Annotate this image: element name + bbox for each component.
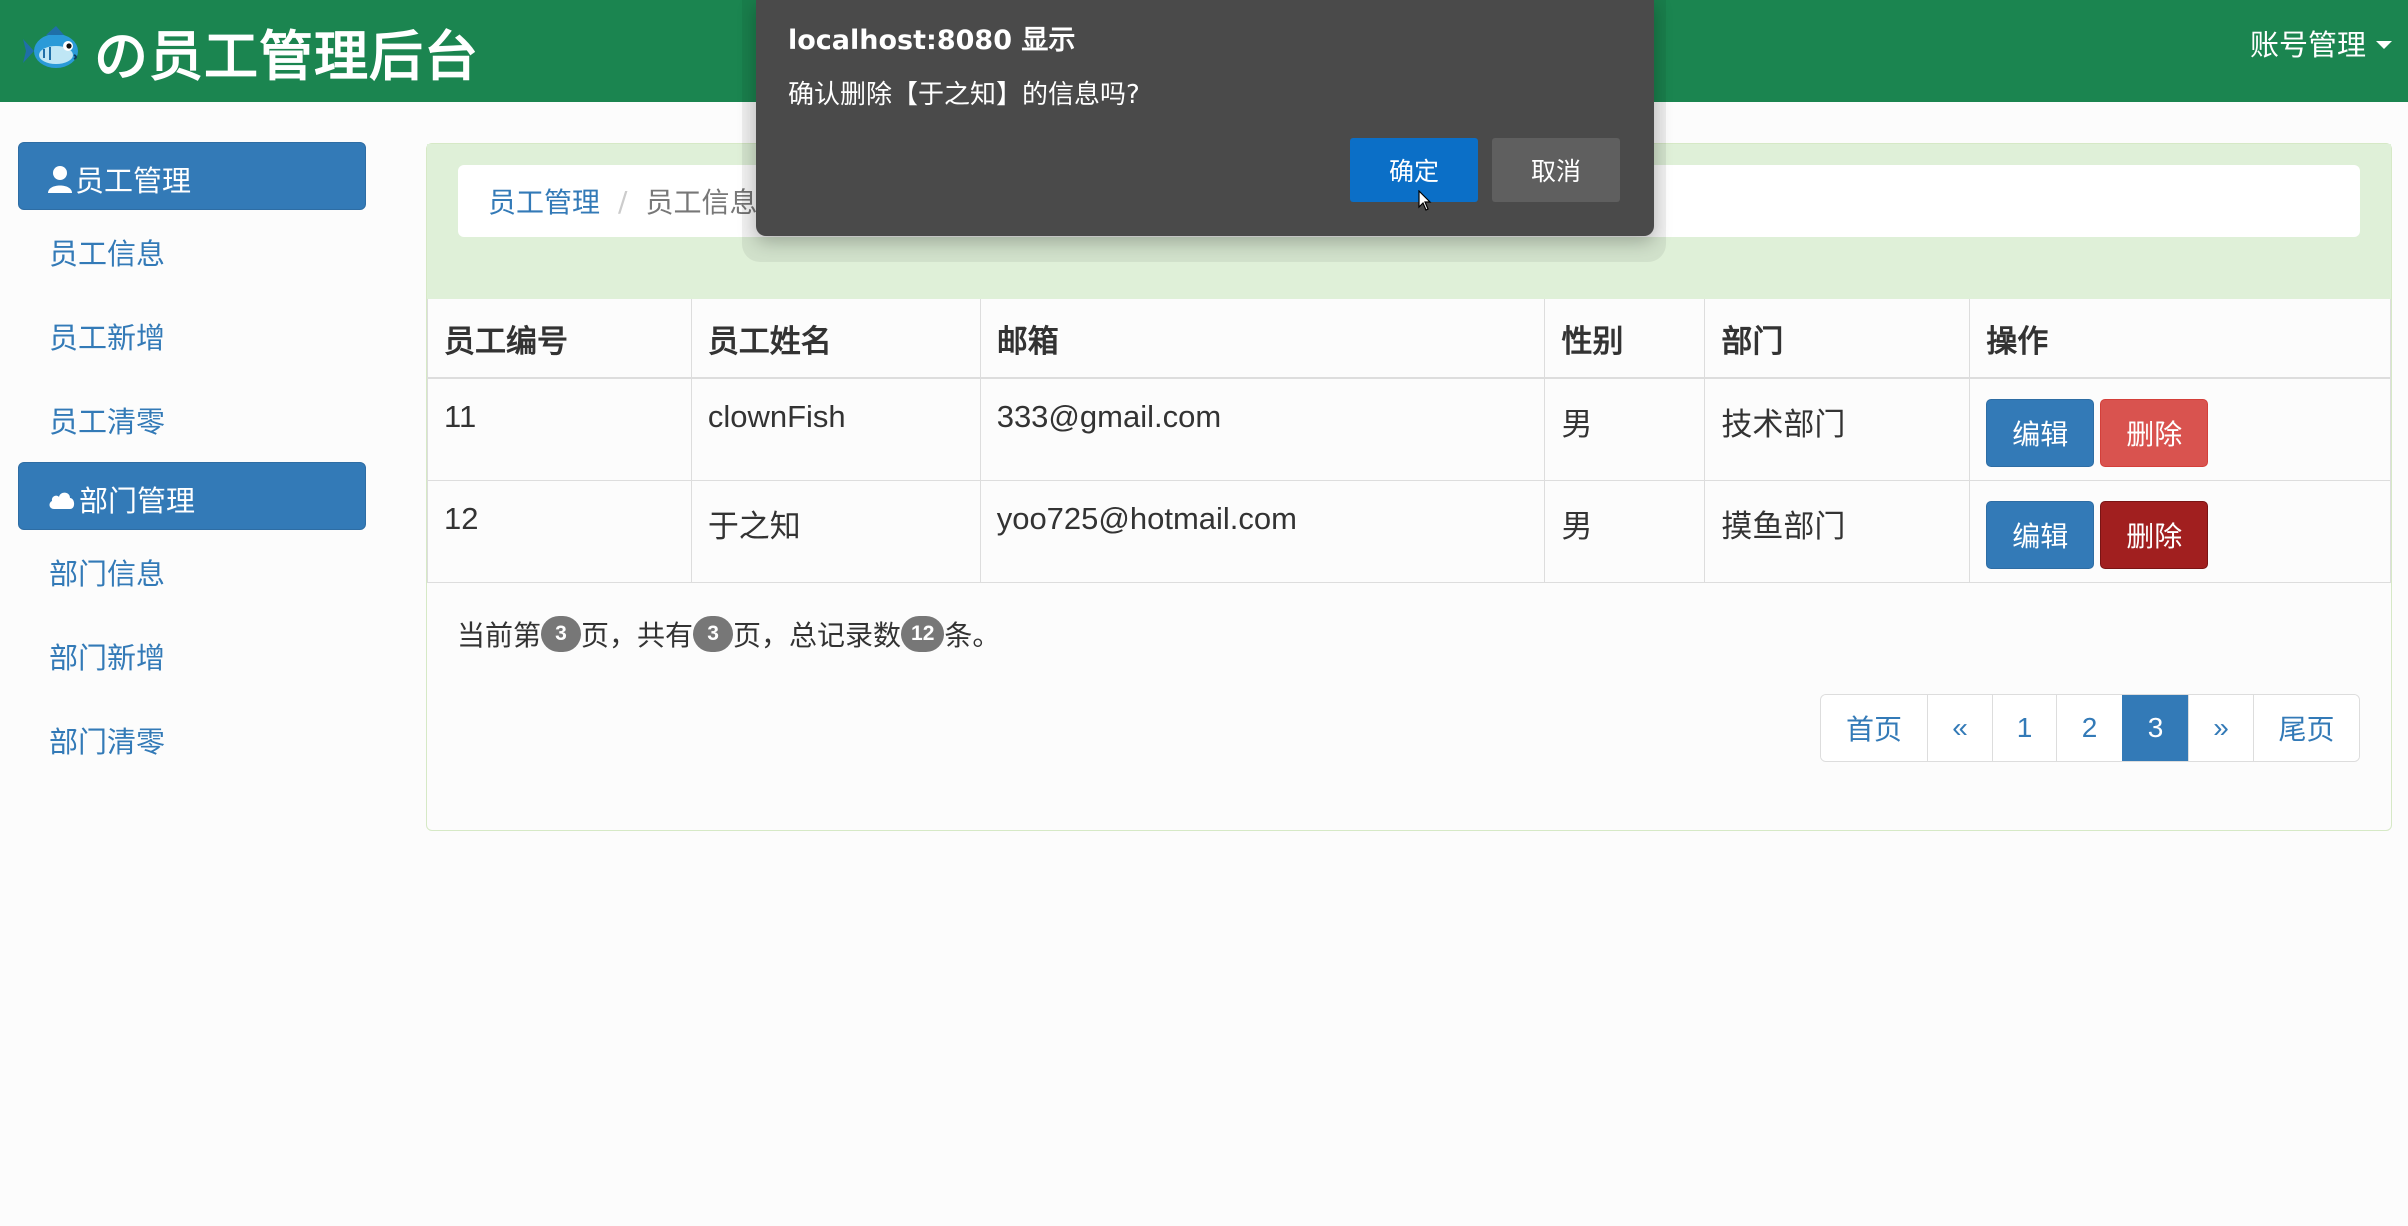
breadcrumb-separator: / xyxy=(618,184,628,218)
sidebar-item-department-info[interactable]: 部门信息 xyxy=(18,530,366,614)
sidebar-item-department-add[interactable]: 部门新增 xyxy=(18,614,366,698)
sidebar-item-label: 部门清零 xyxy=(49,725,166,759)
cell-email: yoo725@hotmail.com xyxy=(979,479,1546,583)
edit-button[interactable]: 编辑 xyxy=(1986,399,2095,467)
sidebar-item-label: 部门信息 xyxy=(49,557,166,591)
sidebar-item-department-clear[interactable]: 部门清零 xyxy=(18,698,366,782)
total-records-badge: 12 xyxy=(901,616,945,652)
account-menu-dropdown[interactable]: 账号管理 xyxy=(2250,22,2392,64)
column-header-department: 部门 xyxy=(1704,299,1971,379)
page-info-suffix: 条。 xyxy=(944,619,1001,652)
page-info-mid1: 页，共有 xyxy=(581,619,694,652)
pagination-next[interactable]: » xyxy=(2188,695,2253,761)
sidebar-item-employee-info[interactable]: 员工信息 xyxy=(18,210,366,294)
sidebar-item-label: 部门新增 xyxy=(49,641,166,675)
pagination-page-3[interactable]: 3 xyxy=(2122,695,2188,761)
mouse-cursor-icon xyxy=(1418,190,1432,211)
cell-department: 摸鱼部门 xyxy=(1704,479,1971,583)
fish-logo-icon xyxy=(23,26,78,68)
total-pages-badge: 3 xyxy=(693,616,734,652)
dialog-message: 确认删除【于之知】的信息吗? xyxy=(788,80,1140,110)
current-page-badge: 3 xyxy=(541,616,582,652)
sidebar-item-employee-clear[interactable]: 员工清零 xyxy=(18,378,366,462)
column-header-id: 员工编号 xyxy=(427,299,692,379)
cell-actions: 编辑 删除 xyxy=(1969,377,2391,481)
brand[interactable]: の员工管理后台 xyxy=(22,18,479,88)
account-menu-label: 账号管理 xyxy=(2249,28,2366,62)
sidebar-item-employee-add[interactable]: 员工新增 xyxy=(18,294,366,378)
cell-id: 12 xyxy=(427,479,692,583)
confirm-dialog: localhost:8080 显示 确认删除【于之知】的信息吗? 确定 取消 xyxy=(756,0,1654,236)
sidebar-header-label: 员工管理 xyxy=(75,164,192,198)
pagination-prev[interactable]: « xyxy=(1927,695,1992,761)
cell-name: 于之知 xyxy=(690,479,981,583)
column-header-gender: 性别 xyxy=(1544,299,1706,379)
confirm-cancel-button[interactable]: 取消 xyxy=(1492,138,1620,202)
column-header-name: 员工姓名 xyxy=(690,299,981,379)
sidebar-group-departments: 部门管理 部门信息 部门新增 部门清零 xyxy=(18,462,366,782)
table-row: 12 于之知 yoo725@hotmail.com 男 摸鱼部门 编辑 删除 xyxy=(427,479,2391,583)
edit-button[interactable]: 编辑 xyxy=(1986,500,2095,569)
pagination: 首页 « 1 2 3 » 尾页 xyxy=(1820,694,2360,762)
cloud-icon xyxy=(49,492,75,509)
breadcrumb-item-current: 员工信息 xyxy=(645,186,758,219)
cell-id: 11 xyxy=(427,377,692,481)
dialog-title: localhost:8080 显示 xyxy=(788,25,1076,56)
table-row: 11 clownFish 333@gmail.com 男 技术部门 编辑 删除 xyxy=(427,377,2391,481)
cell-gender: 男 xyxy=(1544,479,1706,583)
sidebar-header-employee-management[interactable]: 员工管理 xyxy=(18,142,366,210)
brand-title: の员工管理后台 xyxy=(94,24,479,88)
column-header-actions: 操作 xyxy=(1969,299,2391,379)
sidebar-item-label: 员工清零 xyxy=(49,405,166,439)
employee-table: 员工编号 员工姓名 邮箱 性别 部门 操作 11 clownFish 333@g… xyxy=(427,299,2391,583)
breadcrumb-item-employee-management[interactable]: 员工管理 xyxy=(488,181,600,221)
sidebar-item-label: 员工信息 xyxy=(49,237,166,271)
sidebar-group-employees: 员工管理 员工信息 员工新增 员工清零 xyxy=(18,142,366,462)
cell-email: 333@gmail.com xyxy=(979,377,1546,481)
page-info-mid2: 页，总记录数 xyxy=(733,619,902,652)
delete-button[interactable]: 删除 xyxy=(2100,500,2209,569)
table-header-row: 员工编号 员工姓名 邮箱 性别 部门 操作 xyxy=(427,299,2391,379)
pagination-page-1[interactable]: 1 xyxy=(1992,695,2056,761)
sidebar-header-label: 部门管理 xyxy=(79,484,196,518)
sidebar: 员工管理 员工信息 员工新增 员工清零 部门管理 部门信息 部门新增 部门清零 xyxy=(18,142,366,782)
cell-gender: 男 xyxy=(1544,377,1706,481)
sidebar-item-label: 员工新增 xyxy=(49,321,166,355)
pagination-last[interactable]: 尾页 xyxy=(2253,695,2359,761)
user-icon xyxy=(48,166,72,193)
page-info-prefix: 当前第 xyxy=(457,619,542,652)
cell-department: 技术部门 xyxy=(1704,377,1971,481)
pagination-page-2[interactable]: 2 xyxy=(2056,695,2122,761)
delete-button[interactable]: 删除 xyxy=(2100,399,2209,467)
pagination-first[interactable]: 首页 xyxy=(1821,695,1927,761)
confirm-ok-button[interactable]: 确定 xyxy=(1350,138,1478,202)
sidebar-header-department-management[interactable]: 部门管理 xyxy=(18,462,366,530)
column-header-email: 邮箱 xyxy=(979,299,1546,379)
cell-name: clownFish xyxy=(690,377,981,481)
cell-actions: 编辑 删除 xyxy=(1969,479,2391,583)
page-info: 当前第 3 页，共有 3 页，总记录数 12 条。 xyxy=(457,614,1000,654)
caret-down-icon xyxy=(2376,41,2392,49)
